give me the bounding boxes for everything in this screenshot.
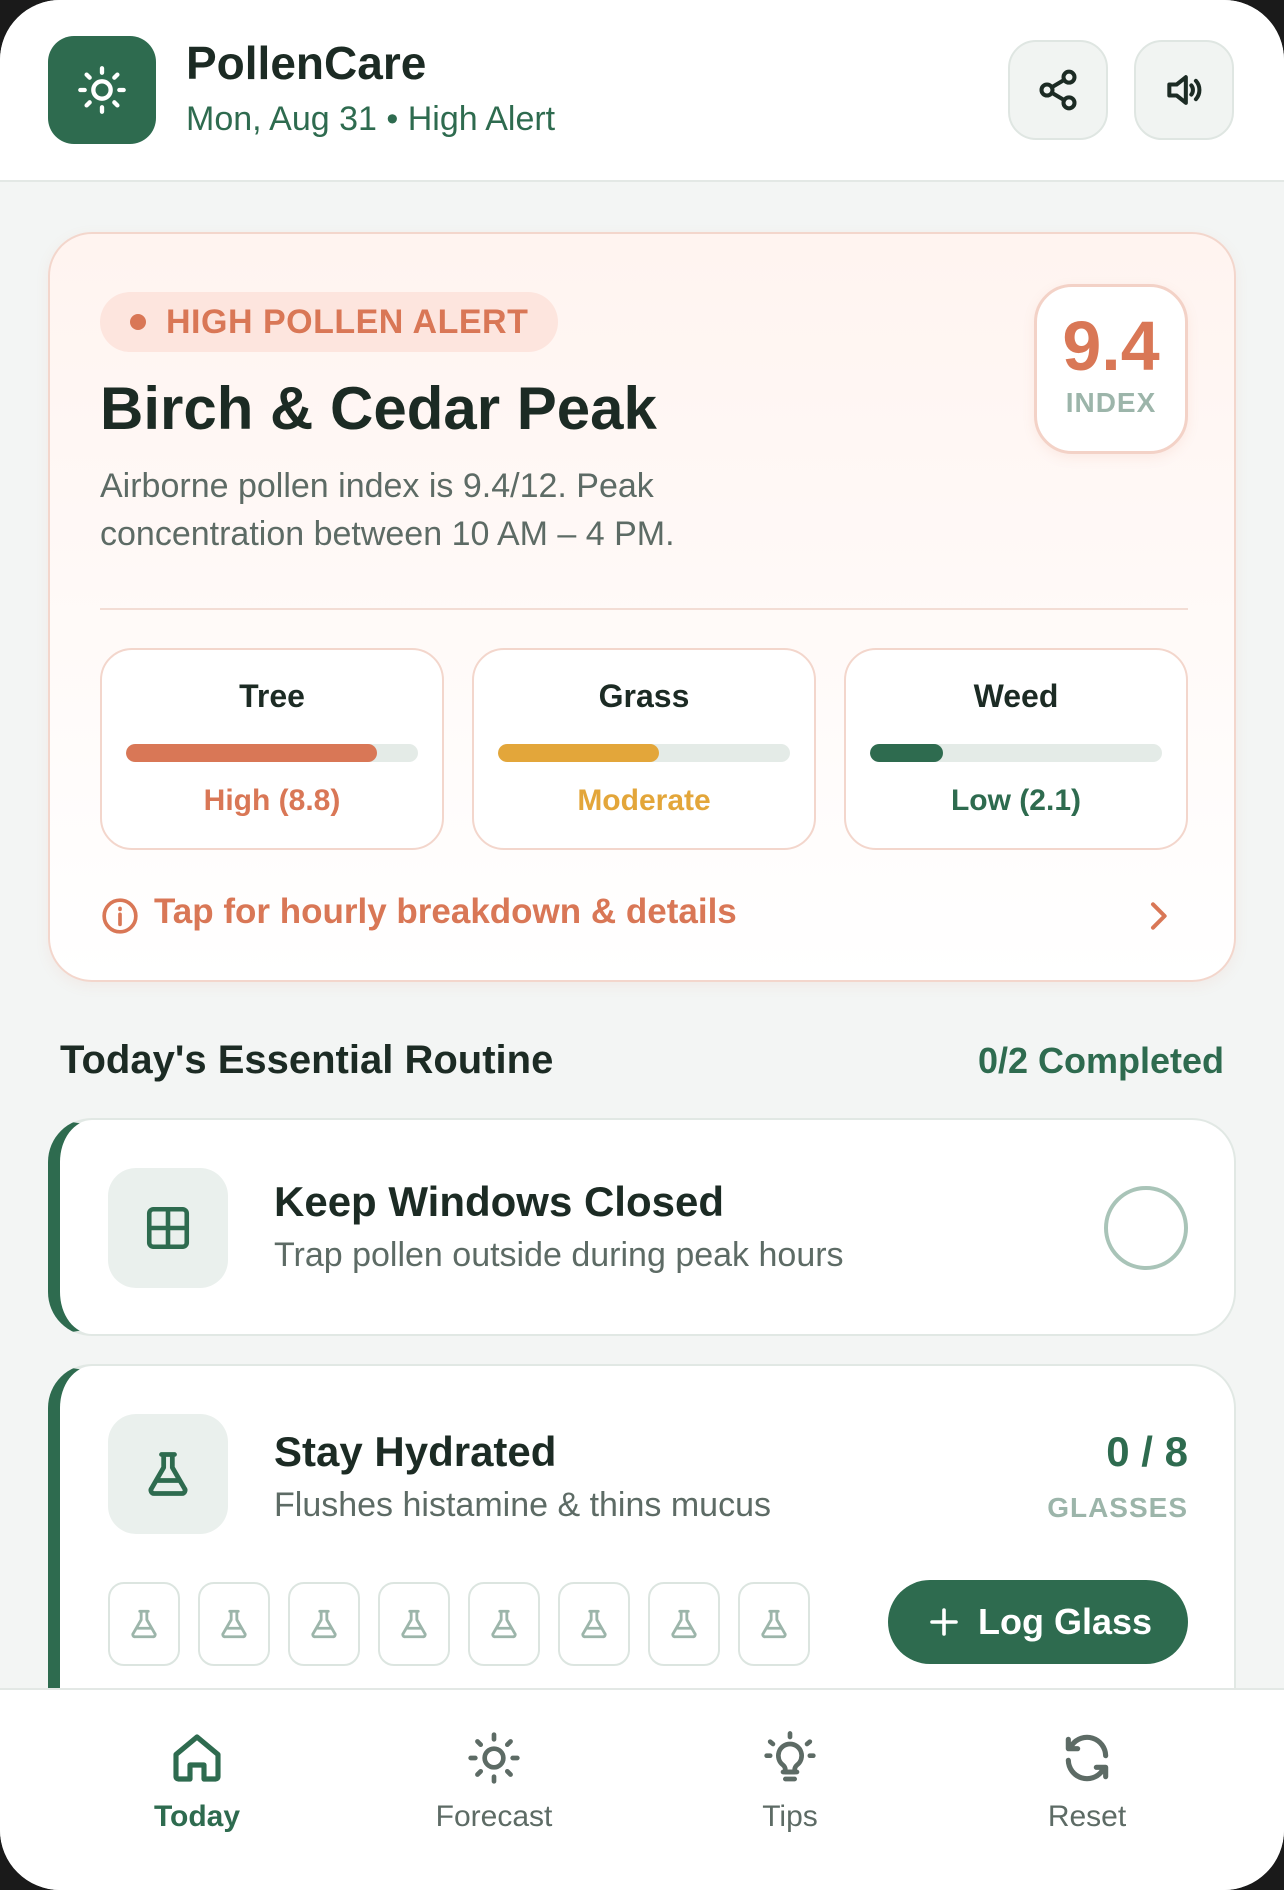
nav-item-reset[interactable]: Reset xyxy=(987,1730,1187,1834)
pollen-index-value: 9.4 xyxy=(1062,307,1160,385)
nav-item-tips[interactable]: Tips xyxy=(690,1730,890,1834)
sun-icon xyxy=(78,66,126,114)
glass-unit: GLASSES xyxy=(1047,1492,1188,1523)
sun-icon xyxy=(468,1732,520,1784)
window-icon xyxy=(146,1206,190,1250)
nav-label: Tips xyxy=(762,1800,818,1833)
glass-slot[interactable] xyxy=(108,1582,180,1666)
alert-badge-label: HIGH POLLEN ALERT xyxy=(166,303,529,341)
info-icon xyxy=(102,898,138,934)
glass-slot[interactable] xyxy=(558,1582,630,1666)
pollen-type-level: Moderate xyxy=(577,784,711,817)
pollen-type-tree: Tree High (8.8) xyxy=(100,648,444,850)
routine-progress: 0/2 Completed xyxy=(977,1040,1224,1081)
hourly-details-link[interactable]: Tap for hourly breakdown & details xyxy=(100,886,1188,946)
nav-label: Forecast xyxy=(435,1800,553,1833)
log-glass-label: Log Glass xyxy=(978,1601,1153,1642)
pollen-type-weed: Weed Low (2.1) xyxy=(844,648,1188,850)
app-header: PollenCare Mon, Aug 31 • High Alert xyxy=(0,0,1284,182)
home-icon xyxy=(173,1734,221,1782)
alert-description: Airborne pollen index is 9.4/12. Peak co… xyxy=(100,467,675,553)
task-icon-box xyxy=(108,1414,228,1534)
app-subtitle: Mon, Aug 31 • High Alert xyxy=(186,100,556,138)
flask-icon xyxy=(491,1609,517,1639)
flask-icon xyxy=(671,1609,697,1639)
glass-slot[interactable] xyxy=(198,1582,270,1666)
pollen-index-label: INDEX xyxy=(1065,387,1157,418)
nav-item-forecast[interactable]: Forecast xyxy=(394,1730,594,1834)
log-glass-button[interactable]: Log Glass xyxy=(888,1580,1188,1664)
routine-title: Today's Essential Routine xyxy=(60,1038,554,1082)
nav-item-today[interactable]: Today xyxy=(97,1730,297,1834)
glass-slot[interactable] xyxy=(648,1582,720,1666)
audio-button[interactable] xyxy=(1134,40,1234,140)
refresh-icon xyxy=(1065,1734,1109,1782)
plus-icon xyxy=(930,1608,958,1636)
pollen-type-level: Low (2.1) xyxy=(950,784,1081,817)
pollen-type-name: Weed xyxy=(973,678,1059,714)
pollen-type-name: Grass xyxy=(598,678,690,714)
pollen-bar-track xyxy=(126,744,418,762)
task-checkbox[interactable] xyxy=(1104,1186,1188,1270)
task-title: Keep Windows Closed xyxy=(274,1178,725,1225)
flask-icon xyxy=(401,1609,427,1639)
glass-slot[interactable] xyxy=(738,1582,810,1666)
pollen-bar-fill xyxy=(126,744,378,762)
flask-icon xyxy=(131,1609,157,1639)
pollen-type-level: High (8.8) xyxy=(203,784,341,817)
glass-count: 0 / 8 xyxy=(1106,1428,1188,1475)
speaker-icon xyxy=(1167,75,1202,105)
share-button[interactable] xyxy=(1008,40,1108,140)
pollen-index-box: 9.4 INDEX xyxy=(1034,284,1188,454)
lightbulb-icon xyxy=(764,1731,816,1782)
pollen-bar-track xyxy=(498,744,790,762)
nav-label: Reset xyxy=(1047,1800,1127,1833)
share-icon xyxy=(1039,69,1077,111)
pollen-bar-fill xyxy=(870,744,943,762)
chevron-right-icon xyxy=(1151,902,1167,930)
flask-icon xyxy=(761,1609,787,1639)
pollen-alert-card[interactable]: HIGH POLLEN ALERT Birch & Cedar Peak Air… xyxy=(48,232,1236,982)
pollen-bar-track xyxy=(870,744,1162,762)
flask-icon xyxy=(221,1609,247,1639)
pollen-type-name: Tree xyxy=(239,678,305,714)
alert-dot xyxy=(130,314,146,330)
pollen-type-grass: Grass Moderate xyxy=(472,648,816,850)
task-title: Stay Hydrated xyxy=(274,1428,557,1475)
glass-slot[interactable] xyxy=(468,1582,540,1666)
alert-badge: HIGH POLLEN ALERT xyxy=(100,292,559,352)
app-screen: PollenCare Mon, Aug 31 • High Alert HIGH… xyxy=(0,0,1284,1890)
hourly-details-label: Tap for hourly breakdown & details xyxy=(154,892,737,931)
divider xyxy=(100,608,1188,610)
nav-label: Today xyxy=(153,1800,241,1833)
task-icon-box xyxy=(108,1168,228,1288)
glass-slot[interactable] xyxy=(378,1582,450,1666)
task-card-windows[interactable]: Keep Windows Closed Trap pollen outside … xyxy=(48,1118,1236,1336)
pollen-bar-fill xyxy=(498,744,659,762)
flask-icon xyxy=(148,1452,188,1496)
task-subtitle: Flushes histamine & thins mucus xyxy=(274,1486,771,1524)
app-title: PollenCare xyxy=(186,37,427,89)
bottom-nav: Today Forecast Tips Reset xyxy=(0,1688,1284,1890)
flask-icon xyxy=(311,1609,337,1639)
alert-title: Birch & Cedar Peak xyxy=(100,375,657,442)
task-subtitle: Trap pollen outside during peak hours xyxy=(274,1236,844,1274)
glass-slot[interactable] xyxy=(288,1582,360,1666)
flask-icon xyxy=(581,1609,607,1639)
app-logo xyxy=(48,36,156,144)
